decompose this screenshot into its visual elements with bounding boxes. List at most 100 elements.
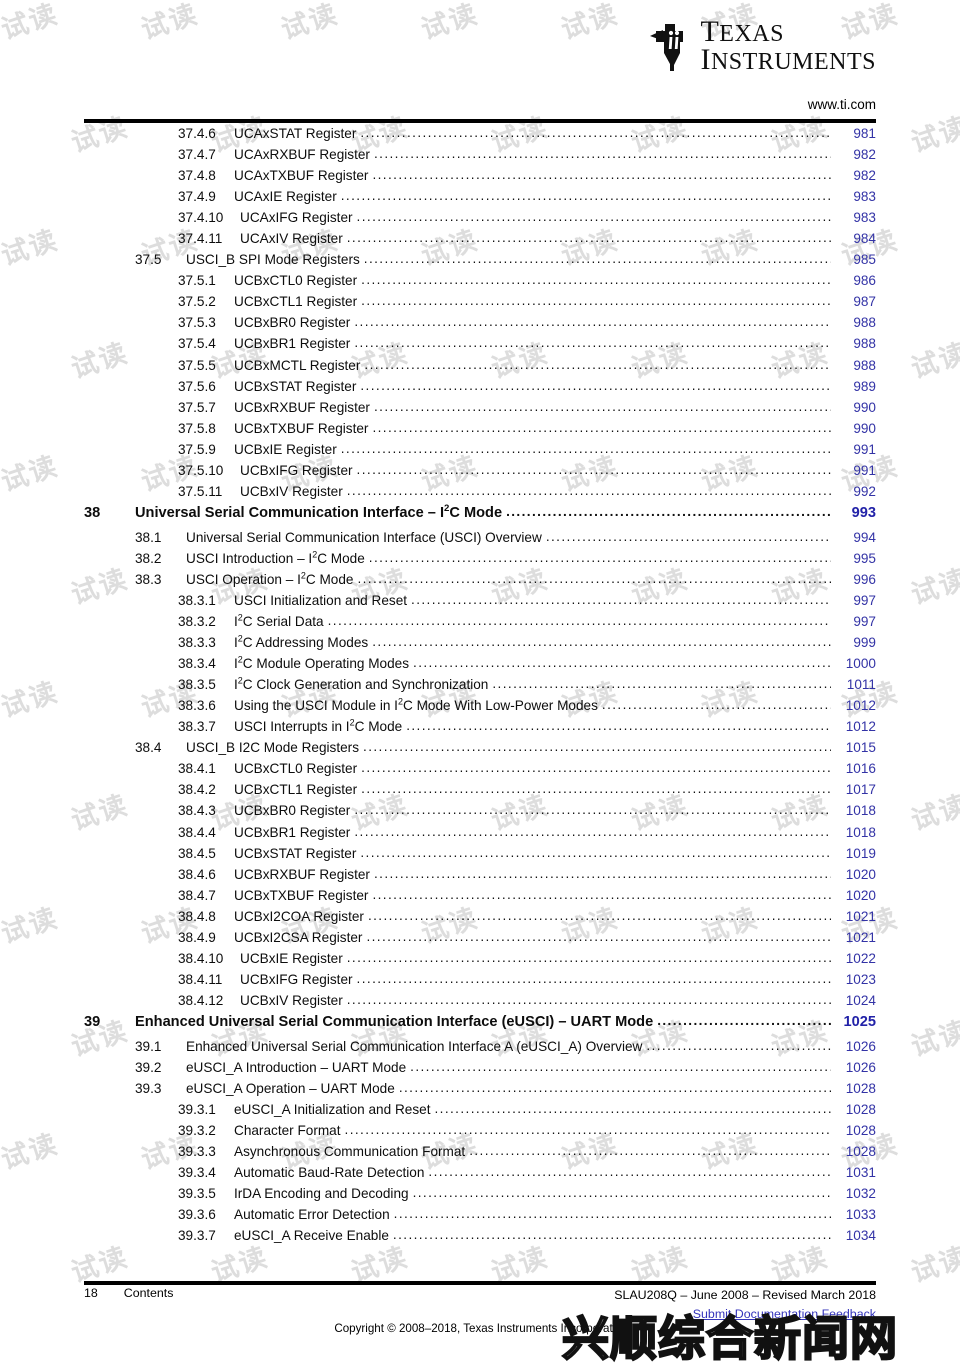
toc-entry-page-number[interactable]: 1012: [834, 698, 876, 713]
toc-entry-page-number[interactable]: 1015: [834, 740, 876, 755]
toc-entry-page-number[interactable]: 1031: [834, 1165, 876, 1180]
toc-entry-page-number[interactable]: 1018: [834, 825, 876, 840]
toc-entry[interactable]: 37.5.3 UCBxBR0 Register..................…: [84, 314, 876, 336]
toc-entry-page-number[interactable]: 1017: [834, 782, 876, 797]
toc-entry[interactable]: 38.1 Universal Serial Communication Inter…: [84, 529, 876, 551]
toc-entry-page-number[interactable]: 1028: [834, 1144, 876, 1159]
toc-entry[interactable]: 38.4.11 UCBxIFG Register.................…: [84, 971, 876, 993]
toc-entry[interactable]: 38.4.8 UCBxI2COA Register................…: [84, 908, 876, 930]
toc-entry[interactable]: 38.4.2 UCBxCTL1 Register.................…: [84, 781, 876, 803]
submit-documentation-feedback-link[interactable]: Submit Documentation Feedback: [614, 1307, 876, 1321]
toc-entry-page-number[interactable]: 988: [834, 358, 876, 373]
toc-entry-page-number[interactable]: 989: [834, 379, 876, 394]
toc-entry[interactable]: 39.1 Enhanced Universal Serial Communicat…: [84, 1038, 876, 1060]
toc-entry[interactable]: 38.4.7 UCBxTXBUF Register................…: [84, 887, 876, 909]
toc-entry[interactable]: 39.2 eUSCI_A Introduction – UART Mode....…: [84, 1059, 876, 1081]
toc-entry-page-number[interactable]: 986: [834, 273, 876, 288]
toc-entry-page-number[interactable]: 1026: [834, 1039, 876, 1054]
toc-entry-page-number[interactable]: 985: [834, 252, 876, 267]
toc-entry-page-number[interactable]: 1018: [834, 803, 876, 818]
toc-entry[interactable]: 38.4.5 UCBxSTAT Register.................…: [84, 845, 876, 867]
toc-entry[interactable]: 38.4.6 UCBxRXBUF Register................…: [84, 866, 876, 888]
toc-entry-page-number[interactable]: 991: [834, 463, 876, 478]
toc-entry[interactable]: 37.4.11 UCAxIV Register..................…: [84, 230, 876, 252]
toc-entry-page-number[interactable]: 1024: [834, 993, 876, 1008]
toc-entry-page-number[interactable]: 997: [834, 593, 876, 608]
toc-entry-page-number[interactable]: 1034: [834, 1228, 876, 1243]
toc-entry-page-number[interactable]: 1012: [834, 719, 876, 734]
toc-entry-page-number[interactable]: 1020: [834, 867, 876, 882]
toc-entry-page-number[interactable]: 1021: [834, 909, 876, 924]
toc-entry-page-number[interactable]: 987: [834, 294, 876, 309]
toc-entry[interactable]: 38 Universal Serial Communication Interfa…: [84, 504, 876, 530]
toc-entry-page-number[interactable]: 991: [834, 442, 876, 457]
toc-entry[interactable]: 37.5.1 UCBxCTL0 Register.................…: [84, 272, 876, 294]
toc-entry-page-number[interactable]: 982: [834, 168, 876, 183]
toc-entry[interactable]: 39.3.6 Automatic Error Detection.........…: [84, 1206, 876, 1228]
toc-entry[interactable]: 38.3.5 I2C Clock Generation and Synchroni…: [84, 676, 876, 698]
toc-entry-page-number[interactable]: 1028: [834, 1081, 876, 1096]
toc-entry[interactable]: 38.3.1 USCI Initialization and Reset.....…: [84, 592, 876, 614]
toc-entry-page-number[interactable]: 999: [834, 635, 876, 650]
toc-entry[interactable]: 37.5.6 UCBxSTAT Register.................…: [84, 378, 876, 400]
toc-entry[interactable]: 38.4.12 UCBxIV Register..................…: [84, 992, 876, 1014]
toc-entry[interactable]: 37.5.11 UCBxIV Register..................…: [84, 483, 876, 505]
toc-entry-page-number[interactable]: 984: [834, 231, 876, 246]
toc-entry[interactable]: 37.5.4 UCBxBR1 Register..................…: [84, 335, 876, 357]
toc-entry[interactable]: 37.4.6 UCAxSTAT Register.................…: [84, 125, 876, 147]
toc-entry[interactable]: 37.5.9 UCBxIE Register...................…: [84, 441, 876, 463]
toc-entry[interactable]: 38.4.10 UCBxIE Register..................…: [84, 950, 876, 972]
toc-entry[interactable]: 39.3.4 Automatic Baud-Rate Detection.....…: [84, 1164, 876, 1186]
toc-entry-page-number[interactable]: 1020: [834, 888, 876, 903]
toc-entry[interactable]: 38.3.2 I2C Serial Data...................…: [84, 613, 876, 635]
toc-entry-page-number[interactable]: 983: [834, 189, 876, 204]
toc-entry[interactable]: 39.3.3 Asynchronous Communication Format.…: [84, 1143, 876, 1165]
toc-entry-page-number[interactable]: 995: [834, 551, 876, 566]
toc-entry-page-number[interactable]: 1025: [834, 1014, 876, 1030]
toc-entry[interactable]: 37.5.5 UCBxMCTL Register.................…: [84, 357, 876, 379]
toc-entry[interactable]: 39.3.5 IrDA Encoding and Decoding........…: [84, 1185, 876, 1207]
toc-entry[interactable]: 37.4.7 UCAxRXBUF Register................…: [84, 146, 876, 168]
toc-entry-page-number[interactable]: 1033: [834, 1207, 876, 1222]
toc-entry-page-number[interactable]: 1026: [834, 1060, 876, 1075]
toc-entry-page-number[interactable]: 981: [834, 126, 876, 141]
toc-entry[interactable]: 38.4 USCI_B I2C Mode Registers...........…: [84, 739, 876, 761]
toc-entry-page-number[interactable]: 1028: [834, 1102, 876, 1117]
toc-entry[interactable]: 38.2 USCI Introduction – I2C Mode........…: [84, 550, 876, 572]
toc-entry-page-number[interactable]: 990: [834, 421, 876, 436]
toc-entry-page-number[interactable]: 996: [834, 572, 876, 587]
toc-entry[interactable]: 38.3 USCI Operation – I2C Mode...........…: [84, 571, 876, 593]
toc-entry[interactable]: 39.3.7 eUSCI_A Receive Enable............…: [84, 1227, 876, 1249]
toc-entry-page-number[interactable]: 1022: [834, 951, 876, 966]
toc-entry[interactable]: 38.4.1 UCBxCTL0 Register.................…: [84, 760, 876, 782]
toc-entry-page-number[interactable]: 990: [834, 400, 876, 415]
toc-entry-page-number[interactable]: 988: [834, 336, 876, 351]
toc-entry[interactable]: 37.4.9 UCAxIE Register...................…: [84, 188, 876, 210]
toc-entry[interactable]: 39.3 eUSCI_A Operation – UART Mode.......…: [84, 1080, 876, 1102]
toc-entry-page-number[interactable]: 1000: [834, 656, 876, 671]
toc-entry[interactable]: 38.3.4 I2C Module Operating Modes........…: [84, 655, 876, 677]
toc-entry[interactable]: 38.4.4 UCBxBR1 Register..................…: [84, 824, 876, 846]
toc-entry[interactable]: 37.4.8 UCAxTXBUF Register................…: [84, 167, 876, 189]
toc-entry-page-number[interactable]: 994: [834, 530, 876, 545]
toc-entry-page-number[interactable]: 997: [834, 614, 876, 629]
toc-entry[interactable]: 38.4.9 UCBxI2CSA Register................…: [84, 929, 876, 951]
toc-entry[interactable]: 39.3.1 eUSCI_A Initialization and Reset..…: [84, 1101, 876, 1123]
toc-entry[interactable]: 38.3.7 USCI Interrupts in I2C Mode.......…: [84, 718, 876, 740]
toc-entry[interactable]: 39.3.2 Character Format..................…: [84, 1122, 876, 1144]
toc-entry[interactable]: 37.4.10 UCAxIFG Register.................…: [84, 209, 876, 231]
toc-entry-page-number[interactable]: 983: [834, 210, 876, 225]
toc-entry-page-number[interactable]: 1011: [834, 677, 876, 692]
toc-entry-page-number[interactable]: 982: [834, 147, 876, 162]
toc-entry[interactable]: 37.5.2 UCBxCTL1 Register.................…: [84, 293, 876, 315]
toc-entry[interactable]: 38.4.3 UCBxBR0 Register..................…: [84, 802, 876, 824]
toc-entry-page-number[interactable]: 1032: [834, 1186, 876, 1201]
toc-entry[interactable]: 38.3.3 I2C Addressing Modes..............…: [84, 634, 876, 656]
toc-entry-page-number[interactable]: 992: [834, 484, 876, 499]
toc-entry-page-number[interactable]: 1023: [834, 972, 876, 987]
toc-entry[interactable]: 38.3.6 Using the USCI Module in I2C Mode …: [84, 697, 876, 719]
toc-entry-page-number[interactable]: 993: [834, 505, 876, 521]
toc-entry[interactable]: 37.5 USCI_B SPI Mode Registers...........…: [84, 251, 876, 273]
toc-entry-page-number[interactable]: 1019: [834, 846, 876, 861]
toc-entry-page-number[interactable]: 1016: [834, 761, 876, 776]
